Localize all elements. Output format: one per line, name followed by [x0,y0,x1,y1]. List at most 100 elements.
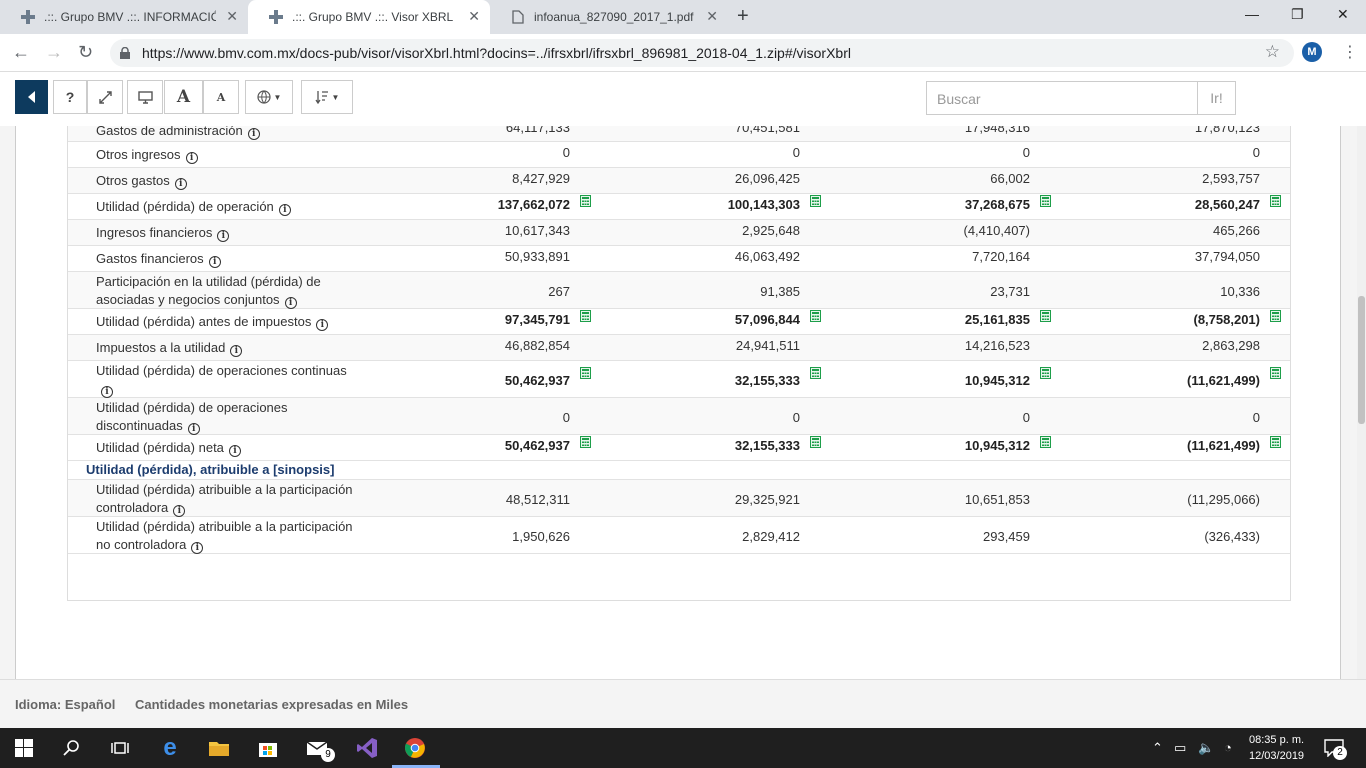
row-value: 32,155,333 [734,373,800,388]
search-icon[interactable] [60,736,84,760]
row-value: 10,945,312 [964,438,1030,453]
close-window-icon[interactable]: ✕ [1337,6,1349,23]
url-omnibox[interactable]: https://www.bmv.com.mx/docs-pub/visor/vi… [110,39,1294,67]
reload-icon[interactable]: ↻ [78,42,93,63]
profile-avatar[interactable]: M [1302,42,1322,62]
info-icon[interactable]: i [217,230,230,242]
chrome-icon[interactable] [403,736,427,760]
help-button[interactable]: ? [53,80,87,114]
font-increase-button[interactable]: A [164,80,203,114]
report-panel: Gastos de administración i 64,117,133 70,45… [15,126,1341,679]
calculation-icon[interactable] [810,436,821,448]
new-tab-plus-icon[interactable]: + [737,5,749,28]
forward-arrow-icon[interactable]: → [45,42,63,63]
restore-icon[interactable]: ❐ [1291,6,1304,23]
mail-badge: 9 [321,748,335,762]
info-icon[interactable]: i [230,345,243,357]
info-icon[interactable]: i [174,178,187,190]
task-view-icon[interactable] [108,736,132,760]
close-tab-icon[interactable]: ✕ [706,8,718,25]
calculation-icon[interactable] [580,310,591,322]
row-value: (11,295,066) [1187,492,1260,507]
bmv-favicon-icon [268,9,284,25]
info-icon[interactable]: i [284,297,297,309]
back-arrow-icon[interactable]: ← [12,42,30,63]
store-icon[interactable] [256,736,280,760]
table-row: Utilidad (pérdida) de operaciones contin… [68,361,1290,398]
row-value: 0 [1252,145,1260,160]
viewer-toolbar: ? A A ▼ ▼ Buscar Ir! [0,72,1366,126]
info-icon[interactable]: i [247,128,260,140]
search-go-button[interactable]: Ir! [1197,81,1236,115]
calculation-icon[interactable] [580,436,591,448]
calculation-icon[interactable] [810,195,821,207]
expand-icon [98,90,112,104]
table-row: Impuestos a la utilidad i 46,882,854 24,941… [68,335,1290,361]
globe-icon [256,90,271,104]
income-statement-table: Gastos de administración i 64,117,133 70,45… [67,126,1291,601]
visual-studio-icon[interactable] [355,736,379,760]
calculation-icon[interactable] [1040,310,1051,322]
table-row: Participación en la utilidad (pérdida) d… [68,272,1290,309]
edge-browser-icon[interactable]: e [158,734,182,761]
chevron-up-icon[interactable]: ⌃ [1152,740,1163,756]
calculation-icon[interactable] [1270,367,1281,379]
calculation-icon[interactable] [1270,310,1281,322]
info-icon[interactable]: i [101,386,113,398]
info-icon[interactable]: i [191,542,204,554]
calculation-icon[interactable] [1040,195,1051,207]
row-value: 293,459 [983,529,1030,544]
row-value: 28,560,247 [1194,197,1260,212]
file-explorer-icon[interactable] [207,736,231,760]
menu-kebab-icon[interactable]: ⋮ [1342,42,1358,62]
info-icon[interactable]: i [187,423,200,435]
row-label-text: Gastos financieros [96,251,204,266]
calculation-icon[interactable] [810,310,821,322]
calculation-icon[interactable] [580,195,591,207]
table-row: Otros ingresos i 0 0 0 0 [68,142,1290,168]
calculation-icon[interactable] [1040,436,1051,448]
scrollbar-thumb[interactable] [1358,296,1365,424]
info-icon[interactable]: i [208,256,221,268]
windows-taskbar: e 9 ⌃ ▭ 🔈 ◔ 08:35 p. m. 12/03/2019 2 [0,728,1366,768]
wifi-icon[interactable]: ◔ [1224,740,1232,755]
back-button[interactable] [15,80,48,114]
notifications-icon[interactable]: 2 [1322,736,1347,760]
tab-pdf[interactable]: infoanua_827090_2017_1.pdf ✕ [490,0,728,34]
row-value: 25,161,835 [964,312,1030,327]
url-text: https://www.bmv.com.mx/docs-pub/visor/vi… [142,45,851,61]
calculation-icon[interactable] [1270,195,1281,207]
row-value: 2,829,412 [742,529,800,544]
close-tab-icon[interactable]: ✕ [226,8,238,25]
info-icon[interactable]: i [228,445,241,457]
info-icon[interactable]: i [185,152,198,164]
tab-bmv-informacion[interactable]: .::. Grupo BMV .::. INFORMACIÓN ✕ [0,0,248,34]
sort-dropdown-button[interactable]: ▼ [301,80,353,114]
info-icon[interactable]: i [173,505,186,517]
row-label-text: Utilidad (pérdida) antes de impuestos [96,314,312,329]
row-label-text: Impuestos a la utilidad [96,340,226,355]
row-value: 0 [562,410,570,425]
calculation-icon[interactable] [1040,367,1051,379]
language-dropdown-button[interactable]: ▼ [245,80,293,114]
calculation-icon[interactable] [810,367,821,379]
tab-visor-xbrl[interactable]: .::. Grupo BMV .::. Visor XBRL ✕ [248,0,490,34]
row-label-text: Utilidad (pérdida) de operación [96,199,274,214]
system-clock[interactable]: 08:35 p. m. 12/03/2019 [1249,732,1304,764]
bookmark-star-icon[interactable]: ☆ [1265,42,1280,62]
info-icon[interactable]: i [278,204,291,216]
mail-icon[interactable]: 9 [305,736,335,762]
battery-icon[interactable]: ▭ [1174,740,1186,756]
info-icon[interactable]: i [316,319,329,331]
font-decrease-button[interactable]: A [203,80,239,114]
close-tab-icon[interactable]: ✕ [468,8,480,25]
display-button[interactable] [127,80,163,114]
fullscreen-button[interactable] [87,80,123,114]
calculation-icon[interactable] [1270,436,1281,448]
row-value: 91,385 [760,284,800,299]
windows-start-icon[interactable] [12,736,36,760]
search-input[interactable]: Buscar [926,81,1198,115]
volume-icon[interactable]: 🔈 [1198,740,1214,756]
calculation-icon[interactable] [580,367,591,379]
minimize-icon[interactable]: — [1245,6,1259,22]
